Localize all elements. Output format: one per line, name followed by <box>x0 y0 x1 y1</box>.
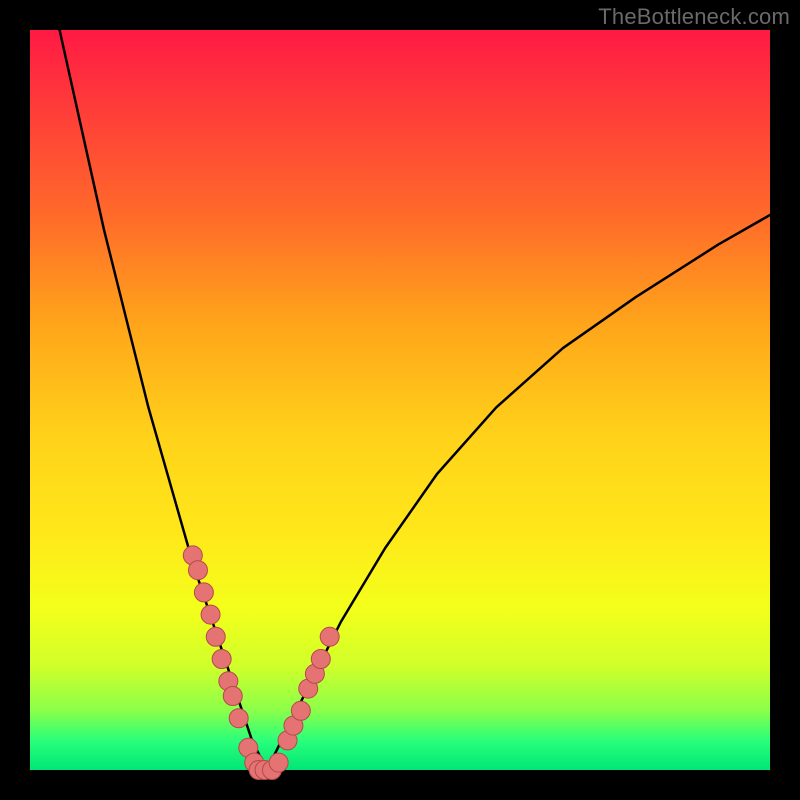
highlight-point <box>194 583 213 602</box>
highlight-point <box>212 650 231 669</box>
highlight-point <box>311 650 330 669</box>
chart-svg <box>30 30 770 770</box>
highlight-point <box>201 605 220 624</box>
highlight-point <box>206 627 225 646</box>
highlight-point <box>269 753 288 772</box>
bottleneck-curve <box>60 30 770 770</box>
plot-area <box>30 30 770 770</box>
highlight-point <box>188 561 207 580</box>
chart-frame: TheBottleneck.com <box>0 0 800 800</box>
highlight-points <box>183 546 339 780</box>
highlight-point <box>223 687 242 706</box>
highlight-point <box>320 627 339 646</box>
highlight-point <box>291 701 310 720</box>
watermark-text: TheBottleneck.com <box>598 4 790 30</box>
highlight-point <box>229 709 248 728</box>
